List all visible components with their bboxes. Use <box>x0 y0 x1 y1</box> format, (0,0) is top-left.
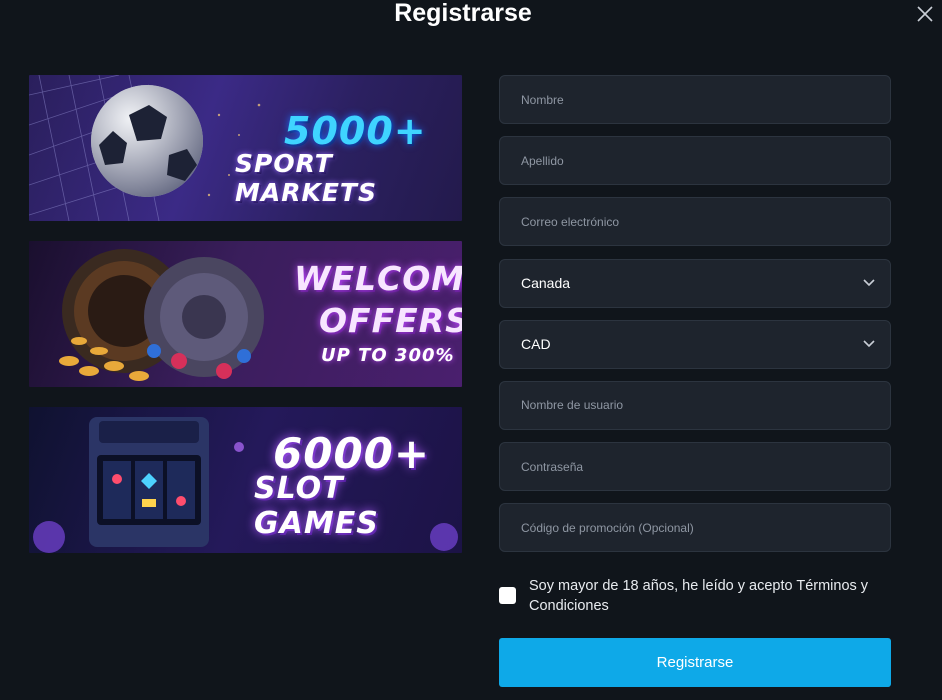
password-field[interactable] <box>499 442 891 492</box>
email-input[interactable] <box>521 214 861 229</box>
close-icon[interactable] <box>915 4 935 24</box>
currency-value: CAD <box>521 336 551 353</box>
last-name-input[interactable] <box>521 153 861 168</box>
banner-sport-markets[interactable]: 5000+ SPORT MARKETS <box>29 75 462 221</box>
banner-2-line3: UP TO 300% <box>321 345 455 366</box>
register-button[interactable]: Registrarse <box>499 638 891 687</box>
banner-2-line2: OFFERS <box>319 301 462 340</box>
banner-2-line1: WELCOME <box>294 259 462 298</box>
password-input[interactable] <box>521 459 861 474</box>
chevron-down-icon <box>863 278 875 286</box>
currency-select[interactable]: CAD <box>499 319 891 369</box>
banner-1-line1: 5000+ <box>284 109 427 153</box>
banner-welcome-offers[interactable]: WELCOME OFFERS UP TO 300% <box>29 241 462 387</box>
first-name-field[interactable] <box>499 75 891 124</box>
country-value: Canada <box>521 275 571 292</box>
terms-checkbox[interactable] <box>499 587 516 604</box>
promo-banners: 5000+ SPORT MARKETS WELCOME OFFERS UP TO… <box>29 75 462 573</box>
country-select[interactable]: Canada <box>499 258 891 308</box>
promo-code-input[interactable] <box>521 520 861 535</box>
terms-label[interactable]: Soy mayor de 18 años, he leído y acepto … <box>529 576 891 616</box>
email-field[interactable] <box>499 197 891 247</box>
last-name-field[interactable] <box>499 136 891 186</box>
terms-agreement: Soy mayor de 18 años, he leído y acepto … <box>499 576 891 616</box>
modal-title: Registrarse <box>394 0 532 27</box>
banner-3-line2: SLOT GAMES <box>254 471 379 541</box>
first-name-input[interactable] <box>521 92 861 107</box>
chevron-down-icon <box>863 340 875 347</box>
banner-1-line2: SPORT MARKETS <box>235 149 377 207</box>
registration-form: Canada CAD <box>499 75 891 565</box>
banner-slot-games[interactable]: 6000+ SLOT GAMES <box>29 407 462 553</box>
username-input[interactable] <box>521 398 861 413</box>
promo-code-field[interactable] <box>499 503 891 553</box>
username-field[interactable] <box>499 380 891 430</box>
